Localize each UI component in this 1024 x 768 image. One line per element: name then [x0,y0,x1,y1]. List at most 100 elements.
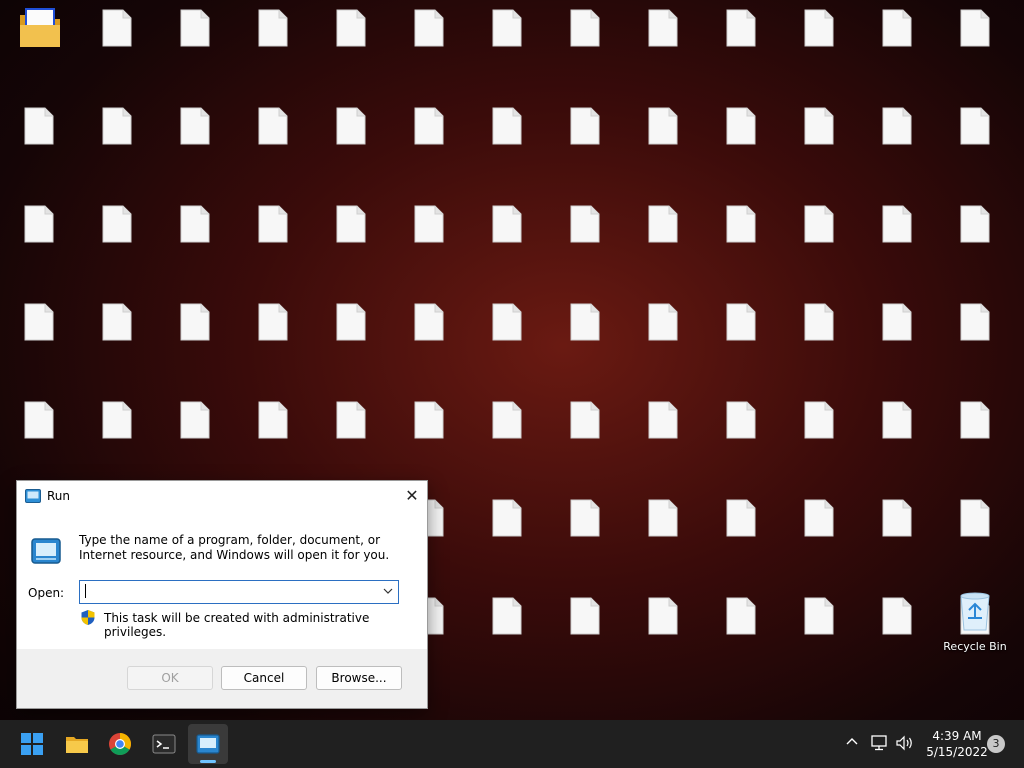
desktop-file[interactable] [548,196,622,288]
desktop-file[interactable] [782,98,856,190]
file-explorer-button[interactable] [57,724,97,764]
desktop-file[interactable] [80,196,154,288]
desktop-file[interactable] [2,98,76,190]
chevron-up-icon[interactable] [844,734,860,750]
volume-icon[interactable] [895,734,915,752]
desktop-file[interactable] [704,0,778,92]
desktop-file[interactable] [158,98,232,190]
desktop-file[interactable] [860,490,934,582]
desktop-file[interactable] [158,196,232,288]
desktop-file[interactable] [236,294,310,386]
desktop-file[interactable] [782,294,856,386]
desktop-file[interactable] [860,392,934,484]
desktop-file[interactable] [704,294,778,386]
desktop-file[interactable] [158,0,232,92]
desktop-file[interactable] [470,0,544,92]
desktop-file[interactable] [548,0,622,92]
notification-badge[interactable]: 3 [987,735,1005,753]
desktop-file[interactable] [80,294,154,386]
start-button[interactable] [12,724,52,764]
desktop-file[interactable] [470,392,544,484]
clock-time[interactable]: 4:39 AM [922,729,992,743]
desktop-file[interactable] [860,0,934,92]
desktop-file[interactable] [704,98,778,190]
desktop-file[interactable] [80,98,154,190]
desktop-file[interactable] [392,98,466,190]
desktop-file[interactable] [782,588,856,680]
desktop-file[interactable] [314,294,388,386]
desktop-file[interactable] [626,588,700,680]
desktop-file[interactable] [236,392,310,484]
desktop-icon-recycle-bin[interactable]: Recycle Bin [938,588,1012,680]
desktop-file[interactable] [548,294,622,386]
desktop-file[interactable] [626,98,700,190]
desktop-file[interactable] [860,98,934,190]
desktop-file[interactable] [626,0,700,92]
desktop-file[interactable] [470,196,544,288]
desktop-file[interactable] [704,392,778,484]
browse-button[interactable]: Browse... [316,666,402,690]
desktop-file[interactable] [236,0,310,92]
desktop-file[interactable] [782,0,856,92]
close-button[interactable]: ✕ [397,481,427,511]
desktop-file[interactable] [938,0,1012,92]
chrome-button[interactable] [100,724,140,764]
desktop-file[interactable] [938,196,1012,288]
desktop-file[interactable] [314,98,388,190]
desktop-file[interactable] [938,490,1012,582]
desktop-file[interactable] [626,294,700,386]
desktop-folder[interactable] [2,0,76,92]
chevron-down-icon[interactable] [382,584,394,598]
desktop-file[interactable] [938,392,1012,484]
desktop-file[interactable] [548,98,622,190]
desktop-file[interactable] [704,588,778,680]
desktop-file[interactable] [470,294,544,386]
desktop-file[interactable] [470,98,544,190]
desktop-file[interactable] [704,490,778,582]
cancel-button[interactable]: Cancel [221,666,307,690]
ok-button[interactable]: OK [127,666,213,690]
desktop-file[interactable] [2,196,76,288]
run-titlebar[interactable]: Run ✕ [17,481,427,511]
desktop-file[interactable] [314,196,388,288]
desktop-file[interactable] [236,98,310,190]
desktop-file[interactable] [392,0,466,92]
desktop-file[interactable] [626,490,700,582]
terminal-button[interactable] [144,724,184,764]
desktop-file[interactable] [548,490,622,582]
clock-date[interactable]: 5/15/2022 [922,745,992,759]
desktop-file[interactable] [626,196,700,288]
desktop-file[interactable] [392,294,466,386]
desktop-file[interactable] [548,588,622,680]
desktop-file[interactable] [158,294,232,386]
desktop-file[interactable] [2,392,76,484]
desktop-file[interactable] [236,196,310,288]
desktop-file[interactable] [2,294,76,386]
desktop-file[interactable] [80,0,154,92]
run-taskbar-button[interactable] [188,724,228,764]
desktop-file[interactable] [548,392,622,484]
desktop-file[interactable] [782,196,856,288]
document-icon [180,9,210,47]
desktop-file[interactable] [782,392,856,484]
network-icon[interactable] [870,734,890,752]
desktop-file[interactable] [938,98,1012,190]
desktop-file[interactable] [782,490,856,582]
desktop-file[interactable] [314,392,388,484]
desktop-file[interactable] [158,392,232,484]
desktop-file[interactable] [860,588,934,680]
desktop-file[interactable] [80,392,154,484]
desktop-file[interactable] [314,0,388,92]
desktop-file[interactable] [860,294,934,386]
desktop-file[interactable] [392,196,466,288]
desktop-file[interactable] [470,490,544,582]
open-combobox[interactable] [79,580,399,604]
desktop-file[interactable] [860,196,934,288]
document-icon [492,9,522,47]
open-input[interactable] [84,583,372,599]
desktop-file[interactable] [938,294,1012,386]
desktop-file[interactable] [626,392,700,484]
desktop-file[interactable] [392,392,466,484]
desktop-file[interactable] [704,196,778,288]
desktop-file[interactable] [470,588,544,680]
